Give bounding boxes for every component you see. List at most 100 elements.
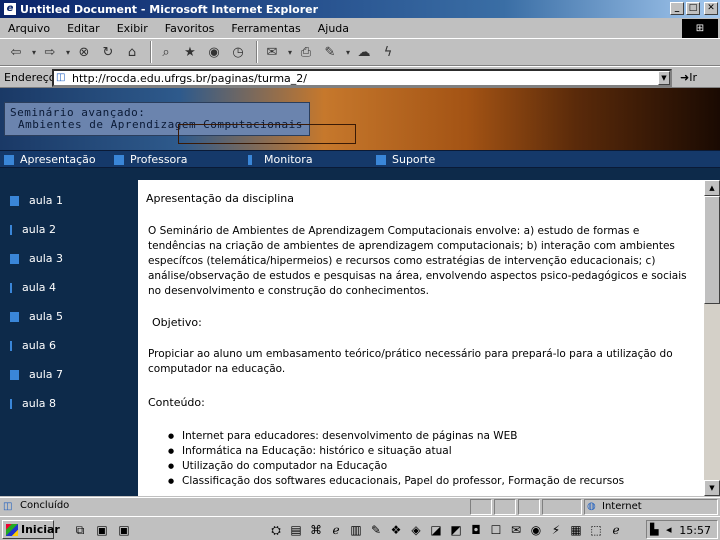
address-input[interactable]: http://rocda.edu.ufrgs.br/paginas/turma_… bbox=[52, 69, 672, 87]
menu-ajuda[interactable]: Ajuda bbox=[318, 22, 349, 37]
sidebar-item-label: aula 8 bbox=[22, 397, 57, 410]
start-button[interactable]: Iniciar bbox=[2, 520, 60, 539]
app-icon[interactable]: ✉ bbox=[508, 522, 524, 538]
nav-label: Monitora bbox=[264, 153, 313, 166]
minimize-button[interactable]: _ bbox=[670, 2, 684, 15]
forward-icon[interactable]: ⇨ bbox=[40, 42, 60, 62]
vertical-scrollbar[interactable]: ▲ ▼ bbox=[704, 180, 720, 496]
messenger-icon[interactable]: ϟ bbox=[378, 42, 398, 62]
menu-exibir[interactable]: Exibir bbox=[117, 22, 148, 37]
menu-favoritos[interactable]: Favoritos bbox=[165, 22, 215, 37]
scroll-thumb[interactable] bbox=[704, 196, 720, 304]
clock: 15:57 bbox=[679, 524, 711, 537]
app-icon[interactable]: ⛭ bbox=[268, 522, 284, 538]
title-bar: e Untitled Document - Microsoft Internet… bbox=[0, 0, 720, 18]
sidebar-item-aula-3[interactable]: aula 3 bbox=[10, 252, 63, 265]
stop-icon[interactable]: ⊗ bbox=[74, 42, 94, 62]
window-task-icon[interactable]: ▣ bbox=[116, 522, 132, 538]
mail-dropdown-icon[interactable]: ▾ bbox=[286, 42, 294, 62]
menu-ferramentas[interactable]: Ferramentas bbox=[231, 22, 300, 37]
objective-paragraph: Propiciar ao aluno um embasamento teóric… bbox=[148, 348, 673, 375]
window-controls: _ □ ✕ bbox=[670, 2, 718, 15]
nav-suporte[interactable]: Suporte bbox=[376, 153, 435, 166]
edit-dropdown-icon[interactable]: ▾ bbox=[344, 42, 352, 62]
taskbar: Iniciar ⧉ ▣ ▣ ⛭ ▤ ⌘ ℯ ▥ ✎ ❖ ◈ ◪ ◩ ◘ ☐ ✉ … bbox=[0, 516, 720, 540]
toolbar-separator bbox=[256, 41, 258, 63]
content-title: Conteúdo: bbox=[148, 396, 205, 409]
history-icon[interactable]: ◷ bbox=[228, 42, 248, 62]
status-bar: ◫ Concluído ◍ Internet bbox=[0, 497, 720, 515]
sidebar-item-aula-5[interactable]: aula 5 bbox=[10, 310, 63, 323]
sidebar-bullet-icon bbox=[10, 369, 19, 380]
windows-logo-icon bbox=[6, 524, 18, 536]
app-icon[interactable]: ▥ bbox=[348, 522, 364, 538]
sidebar-item-aula-2[interactable]: aula 2 bbox=[10, 223, 56, 236]
page-content: Seminário avançado: Ambientes de Aprendi… bbox=[0, 88, 720, 496]
app-icon[interactable]: ⚡ bbox=[548, 522, 564, 538]
sidebar-item-label: aula 4 bbox=[22, 281, 57, 294]
app-icon[interactable]: ◩ bbox=[448, 522, 464, 538]
app-icon[interactable]: ▦ bbox=[568, 522, 584, 538]
nav-bullet-icon bbox=[114, 154, 124, 165]
app-icon[interactable]: ⬚ bbox=[588, 522, 604, 538]
menu-arquivo[interactable]: Arquivo bbox=[8, 22, 50, 37]
menu-editar[interactable]: Editar bbox=[67, 22, 100, 37]
go-button[interactable]: ➜Ir bbox=[680, 71, 697, 84]
address-dropdown-icon[interactable]: ▼ bbox=[658, 71, 670, 85]
sidebar-item-aula-1[interactable]: aula 1 bbox=[10, 194, 63, 207]
app-icon[interactable]: ▤ bbox=[288, 522, 304, 538]
nav-professora[interactable]: Professora bbox=[114, 153, 188, 166]
network-icon[interactable]: ▙ bbox=[650, 523, 658, 536]
list-item: Utilização do computador na Educação bbox=[168, 459, 624, 474]
sidebar-item-aula-7[interactable]: aula 7 bbox=[10, 368, 63, 381]
app-icon[interactable]: ◘ bbox=[468, 522, 484, 538]
sidebar-item-label: aula 7 bbox=[29, 368, 64, 381]
sidebar-item-aula-8[interactable]: aula 8 bbox=[10, 397, 56, 410]
sidebar-item-aula-6[interactable]: aula 6 bbox=[10, 339, 56, 352]
sidebar-bullet-icon bbox=[10, 398, 12, 409]
app-icon[interactable]: ❖ bbox=[388, 522, 404, 538]
maximize-button[interactable]: □ bbox=[686, 2, 700, 15]
refresh-icon[interactable]: ↻ bbox=[98, 42, 118, 62]
media-icon[interactable]: ◉ bbox=[204, 42, 224, 62]
app-icon[interactable]: ⌘ bbox=[308, 522, 324, 538]
app-icon[interactable]: ◪ bbox=[428, 522, 444, 538]
mail-icon[interactable]: ✉ bbox=[262, 42, 282, 62]
status-pane bbox=[494, 499, 516, 515]
close-button[interactable]: ✕ bbox=[704, 2, 718, 15]
nav-bullet-icon bbox=[4, 154, 14, 165]
ie-quicklaunch-icon[interactable]: ⧉ bbox=[72, 522, 88, 538]
back-dropdown-icon[interactable]: ▾ bbox=[30, 42, 38, 62]
sidebar-item-aula-4[interactable]: aula 4 bbox=[10, 281, 56, 294]
app-icon[interactable]: ◈ bbox=[408, 522, 424, 538]
sidebar-item-label: aula 1 bbox=[29, 194, 64, 207]
app-icon[interactable]: ✎ bbox=[368, 522, 384, 538]
sidebar-bullet-icon bbox=[10, 253, 19, 264]
scroll-up-icon[interactable]: ▲ bbox=[704, 180, 720, 196]
nav-monitora[interactable]: Monitora bbox=[248, 153, 313, 166]
discuss-icon[interactable]: ☁ bbox=[354, 42, 374, 62]
nav-apresentacao[interactable]: Apresentação bbox=[4, 153, 96, 166]
print-icon[interactable]: ⎙ bbox=[296, 42, 316, 62]
nav-bullet-icon bbox=[376, 154, 386, 165]
home-icon[interactable]: ⌂ bbox=[122, 42, 142, 62]
zone-label: Internet bbox=[602, 501, 642, 512]
window-task-icon[interactable]: ▣ bbox=[94, 522, 110, 538]
back-icon[interactable]: ⇦ bbox=[6, 42, 26, 62]
page-icon: ◫ bbox=[56, 72, 66, 83]
app-icon[interactable]: ℯ bbox=[608, 522, 624, 538]
banner: Seminário avançado: Ambientes de Aprendi… bbox=[0, 88, 720, 150]
content-list: Internet para educadores: desenvolviment… bbox=[168, 429, 624, 489]
favorites-icon[interactable]: ★ bbox=[180, 42, 200, 62]
edit-icon[interactable]: ✎ bbox=[320, 42, 340, 62]
main-frame: Apresentação da disciplina O Seminário d… bbox=[138, 180, 704, 496]
nav-bar: Apresentação Professora Monitora Suporte bbox=[0, 150, 720, 168]
forward-dropdown-icon[interactable]: ▾ bbox=[64, 42, 72, 62]
ie-icon[interactable]: ℯ bbox=[328, 522, 344, 538]
scroll-down-icon[interactable]: ▼ bbox=[704, 480, 720, 496]
app-icon[interactable]: ◉ bbox=[528, 522, 544, 538]
app-icon[interactable]: ☐ bbox=[488, 522, 504, 538]
volume-icon[interactable]: ◂ bbox=[666, 523, 672, 536]
status-pane bbox=[518, 499, 540, 515]
search-icon[interactable]: ⌕ bbox=[156, 42, 176, 62]
